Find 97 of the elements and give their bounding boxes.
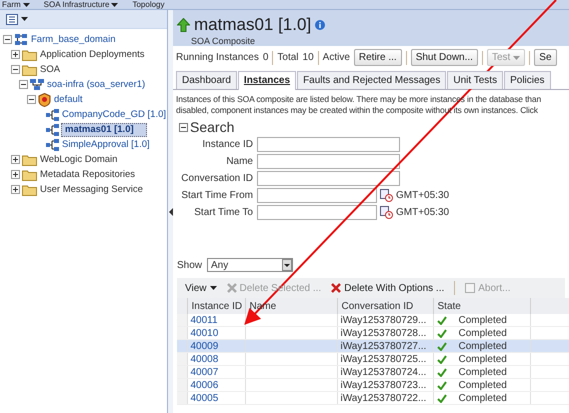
total-count: 10: [302, 52, 314, 63]
shield-icon: [38, 92, 51, 106]
tree-item[interactable]: Application Deployments: [39, 49, 146, 60]
folder-icon: [22, 48, 37, 60]
menu-item[interactable]: SOA Infrastructure: [44, 0, 110, 9]
menu-item[interactable]: Farm: [2, 0, 21, 9]
field-label: Name: [225, 156, 253, 167]
table-cell: iWay1253780722...: [337, 392, 433, 404]
tree-item[interactable]: soa-infra (soa_server1): [46, 79, 146, 90]
state-text: Completed: [458, 328, 507, 338]
composite-icon: [46, 124, 59, 136]
tree-item[interactable]: Metadata Repositories: [39, 169, 136, 180]
calendar-clock-icon[interactable]: [380, 206, 393, 219]
tab[interactable]: Unit Tests: [447, 71, 504, 89]
state-text: Completed: [458, 340, 507, 352]
collapse-icon[interactable]: [179, 122, 188, 132]
instance-id-link[interactable]: 40006: [187, 378, 245, 392]
collapse-toggle-icon[interactable]: [27, 95, 36, 104]
expand-toggle-icon[interactable]: [11, 185, 20, 194]
domain-icon: [14, 33, 28, 46]
state-text: Completed: [458, 354, 507, 364]
state-text: Completed: [458, 392, 507, 404]
text-field[interactable]: [257, 137, 400, 152]
table-cell: iWay1253780727...: [337, 340, 433, 352]
delete-x-icon: [226, 283, 236, 293]
delete-x-icon: [331, 283, 342, 293]
server-cluster-icon: [30, 78, 44, 91]
composite-icon: [46, 108, 59, 120]
tree-item[interactable]: default: [53, 94, 84, 105]
section-title: Search: [190, 119, 234, 135]
calendar-clock-icon[interactable]: [380, 189, 393, 202]
composite-icon: [46, 138, 59, 150]
collapse-toggle-icon[interactable]: [3, 35, 12, 44]
list-view-icon[interactable]: [6, 14, 18, 24]
text-field[interactable]: [257, 154, 400, 169]
column-header[interactable]: Conversation ID: [337, 298, 433, 314]
expand-toggle-icon[interactable]: [11, 170, 20, 179]
tree-item[interactable]: Farm_base_domain: [30, 34, 116, 45]
state-text: Completed: [458, 380, 507, 390]
date-time-field[interactable]: [257, 188, 377, 203]
instance-id-link[interactable]: 40005: [187, 392, 245, 404]
folder-icon: [22, 168, 37, 180]
expand-toggle-icon[interactable]: [11, 155, 20, 164]
toolbar-button[interactable]: View: [185, 282, 216, 294]
folder-icon: [22, 184, 37, 196]
table-cell: iWay1253780725...: [337, 352, 433, 366]
page-subtitle: SOA Composite: [190, 36, 256, 46]
instance-id-link[interactable]: 40008: [187, 352, 245, 366]
field-label: Start Time To: [193, 207, 253, 218]
table-cell: iWay1253780724...: [337, 366, 433, 378]
instance-id-link[interactable]: 40007: [187, 366, 245, 378]
column-header[interactable]: Instance ID: [187, 298, 245, 314]
tab[interactable]: Instances: [238, 71, 296, 90]
state-text: Completed: [458, 314, 507, 326]
timezone-label: GMT+05:30: [396, 207, 450, 218]
tree-item[interactable]: SimpleApproval [1.0]: [61, 139, 151, 150]
abort-icon: [465, 283, 476, 293]
collapse-toggle-icon[interactable]: [11, 65, 20, 74]
info-icon[interactable]: [315, 20, 326, 30]
show-label: Show: [177, 260, 202, 270]
text-field[interactable]: [257, 171, 400, 186]
caret-icon[interactable]: [21, 17, 28, 21]
state-text: Completed: [458, 366, 507, 378]
field-label: Instance ID: [201, 139, 253, 150]
instance-id-link[interactable]: 40011: [187, 314, 245, 326]
tab[interactable]: Faults and Rejected Messages: [297, 71, 446, 89]
toolbar-button[interactable]: Delete With Options ...: [331, 282, 444, 294]
field-label: Conversation ID: [180, 173, 253, 184]
action-button[interactable]: Se: [534, 49, 557, 66]
menu-item[interactable]: Topology: [132, 0, 165, 9]
tab[interactable]: Dashboard: [176, 71, 237, 89]
table-cell: iWay1253780729...: [337, 314, 433, 326]
folder-icon: [22, 64, 37, 76]
instance-id-link[interactable]: 40009: [187, 340, 245, 352]
tree-item[interactable]: SOA: [39, 64, 62, 75]
date-time-field[interactable]: [257, 205, 377, 220]
column-header[interactable]: State: [433, 298, 530, 314]
collapse-toggle-icon[interactable]: [19, 80, 28, 89]
expand-toggle-icon[interactable]: [11, 50, 20, 59]
running-instances-label: Running Instances: [176, 52, 259, 63]
tab[interactable]: Policies: [504, 71, 551, 89]
running-instances-count: 0: [262, 52, 268, 63]
field-label: Start Time From: [180, 190, 253, 201]
table-cell: iWay1253780723...: [337, 378, 433, 392]
action-button[interactable]: Retire ...: [354, 49, 402, 66]
tree-item[interactable]: User Messaging Service: [39, 184, 144, 195]
folder-icon: [22, 154, 37, 166]
total-label: Total: [277, 52, 299, 63]
up-arrow-icon: [177, 18, 190, 32]
show-dropdown[interactable]: Any: [207, 258, 294, 272]
tree-item[interactable]: matmas01 [1.0]: [61, 122, 147, 136]
composite-mode: Active: [322, 52, 350, 63]
tree-item[interactable]: WebLogic Domain: [39, 154, 118, 165]
tree-item[interactable]: CompanyCode_GD [1.0]: [61, 109, 167, 120]
page-title: matmas01 [1.0]: [194, 15, 312, 35]
action-button[interactable]: Shut Down...: [410, 49, 478, 66]
timezone-label: GMT+05:30: [396, 190, 450, 201]
